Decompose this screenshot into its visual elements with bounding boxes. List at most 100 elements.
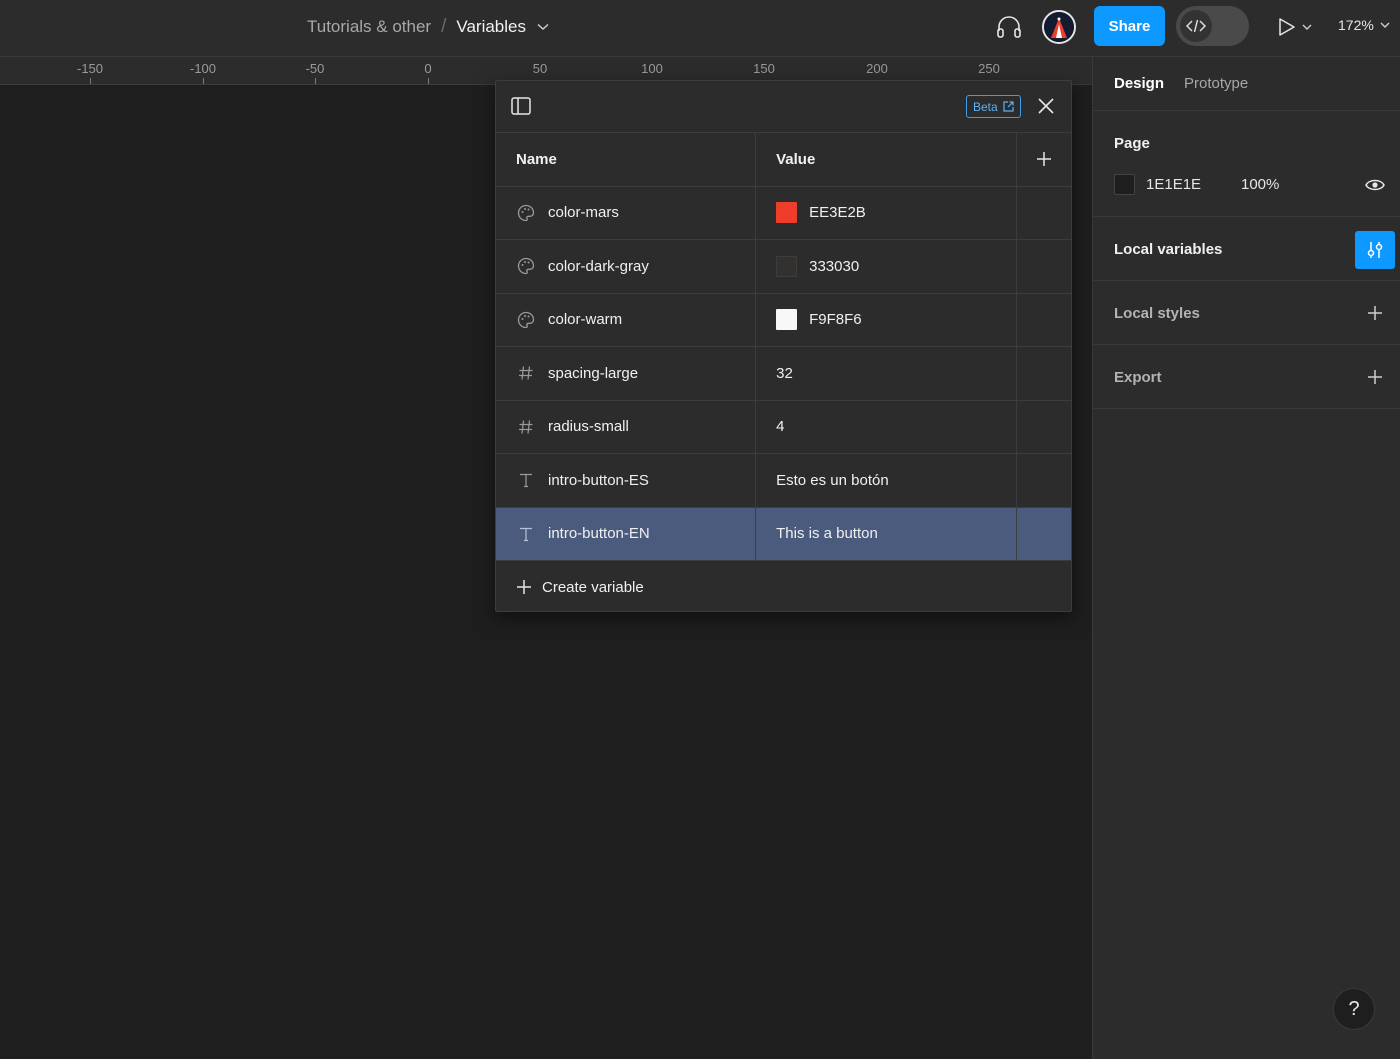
zoom-level: 172% <box>1338 17 1374 33</box>
sliders-icon <box>1367 242 1383 258</box>
breadcrumb-project[interactable]: Tutorials & other <box>307 17 431 37</box>
extra-cell <box>1017 508 1071 561</box>
table-row[interactable]: color-mars EE3E2B <box>496 186 1071 240</box>
section-title-local-styles: Local styles <box>1114 305 1200 322</box>
avatar[interactable] <box>1042 10 1076 44</box>
palette-icon <box>516 257 536 275</box>
file-name[interactable]: Variables <box>456 17 526 37</box>
extra-cell <box>1017 401 1071 454</box>
beta-badge[interactable]: Beta <box>966 95 1021 118</box>
zoom-menu[interactable]: 172% <box>1338 17 1390 33</box>
page-opacity[interactable]: 100% <box>1241 176 1279 193</box>
variable-name-cell[interactable]: color-dark-gray <box>496 240 757 293</box>
column-header-name: Name <box>496 133 757 186</box>
ruler-tick: -150 <box>76 61 104 76</box>
text-icon <box>516 525 536 543</box>
ruler-tick: 200 <box>866 61 888 76</box>
variable-value-cell[interactable]: EE3E2B <box>756 186 1018 239</box>
table-row[interactable]: color-dark-gray 333030 <box>496 240 1071 294</box>
ruler-tick: 250 <box>978 61 1000 76</box>
dev-mode-toggle[interactable] <box>1176 6 1249 46</box>
breadcrumb: Tutorials & other / Variables <box>307 16 550 38</box>
tab-design[interactable]: Design <box>1114 75 1164 92</box>
ruler-tick: 0 <box>424 61 432 76</box>
sidebar-toggle-icon[interactable] <box>511 97 531 115</box>
variable-name-cell[interactable]: intro-button-ES <box>496 454 757 507</box>
variable-value: F9F8F6 <box>809 311 862 329</box>
extra-cell <box>1017 187 1071 240</box>
variable-name: intro-button-EN <box>548 525 650 543</box>
table-row[interactable]: radius-small 4 <box>496 400 1071 454</box>
variable-value-cell[interactable]: 32 <box>756 347 1018 400</box>
page-section: Page 1E1E1E 100% <box>1093 111 1400 217</box>
page-color-swatch[interactable] <box>1114 174 1135 195</box>
table-row[interactable]: spacing-large 32 <box>496 347 1071 401</box>
variable-value-cell[interactable]: 4 <box>756 400 1018 453</box>
panel-tabs: Design Prototype <box>1093 57 1400 111</box>
share-button[interactable]: Share <box>1094 6 1165 46</box>
page-color-hex[interactable]: 1E1E1E <box>1146 176 1201 193</box>
present-button[interactable] <box>1278 14 1322 40</box>
variable-name-cell[interactable]: intro-button-EN <box>496 507 757 560</box>
variable-value: Esto es un botón <box>776 471 889 489</box>
ruler-tick-mark <box>203 78 204 84</box>
variable-name-cell[interactable]: spacing-large <box>496 347 757 400</box>
column-header-value: Value <box>756 133 1018 186</box>
create-variable-button[interactable]: Create variable <box>496 561 1071 611</box>
extra-cell <box>1017 240 1071 293</box>
hash-icon <box>516 364 536 382</box>
variable-value-cell[interactable]: F9F8F6 <box>756 293 1018 346</box>
table-row[interactable]: intro-button-ES Esto es un botón <box>496 454 1071 508</box>
variable-name: spacing-large <box>548 364 639 382</box>
table-row[interactable]: color-warm F9F8F6 <box>496 293 1071 347</box>
local-styles-section: Local styles <box>1093 281 1400 345</box>
ruler-tick: 100 <box>641 61 663 76</box>
variable-value: EE3E2B <box>809 204 866 222</box>
external-link-icon <box>1003 101 1014 112</box>
color-swatch[interactable] <box>776 255 798 277</box>
variable-value-cell[interactable]: 333030 <box>756 240 1018 293</box>
palette-icon <box>516 311 536 329</box>
hash-icon <box>516 418 536 436</box>
variable-value: 32 <box>776 364 793 382</box>
tab-prototype[interactable]: Prototype <box>1184 75 1248 92</box>
table-row-selected[interactable]: intro-button-EN This is a button <box>496 507 1071 561</box>
variable-name-cell[interactable]: color-warm <box>496 293 757 346</box>
palette-icon <box>516 204 536 222</box>
table-header-row: Name Value <box>496 133 1071 187</box>
headphones-icon[interactable] <box>995 13 1023 41</box>
variable-name-cell[interactable]: radius-small <box>496 400 757 453</box>
variable-name: color-warm <box>548 311 623 329</box>
color-swatch[interactable] <box>776 202 798 224</box>
help-button[interactable]: ? <box>1333 988 1375 1030</box>
code-icon <box>1180 10 1212 42</box>
variable-value: This is a button <box>776 525 878 543</box>
ruler-tick-mark <box>315 78 316 84</box>
variable-value: 333030 <box>809 257 860 275</box>
variable-value-cell[interactable]: This is a button <box>756 507 1018 560</box>
eye-icon[interactable] <box>1365 177 1385 193</box>
variable-value-cell[interactable]: Esto es un botón <box>756 454 1018 507</box>
ruler-tick: -50 <box>305 61 325 76</box>
text-icon <box>516 471 536 489</box>
variable-name-cell[interactable]: color-mars <box>496 186 757 239</box>
ruler-tick: 50 <box>532 61 548 76</box>
chevron-down-icon <box>1380 22 1390 28</box>
close-icon[interactable] <box>1037 97 1055 115</box>
plus-icon <box>517 580 531 594</box>
add-style-plus-icon[interactable] <box>1365 303 1385 323</box>
export-section: Export <box>1093 345 1400 409</box>
variable-name: intro-button-ES <box>548 471 649 489</box>
color-swatch[interactable] <box>776 309 798 331</box>
extra-cell <box>1017 294 1071 347</box>
add-export-plus-icon[interactable] <box>1365 367 1385 387</box>
top-toolbar: Tutorials & other / Variables Share 172% <box>0 0 1400 57</box>
chevron-down-icon <box>1302 24 1312 30</box>
chevron-down-icon[interactable] <box>536 20 550 34</box>
breadcrumb-separator: / <box>441 16 447 37</box>
variables-modal: Beta Name Value color-mars EE3E2B color-… <box>495 80 1072 612</box>
section-title-page: Page <box>1114 135 1150 152</box>
create-variable-label: Create variable <box>542 578 644 596</box>
open-variables-button[interactable] <box>1355 231 1395 269</box>
add-mode-plus-icon[interactable] <box>1017 133 1071 186</box>
